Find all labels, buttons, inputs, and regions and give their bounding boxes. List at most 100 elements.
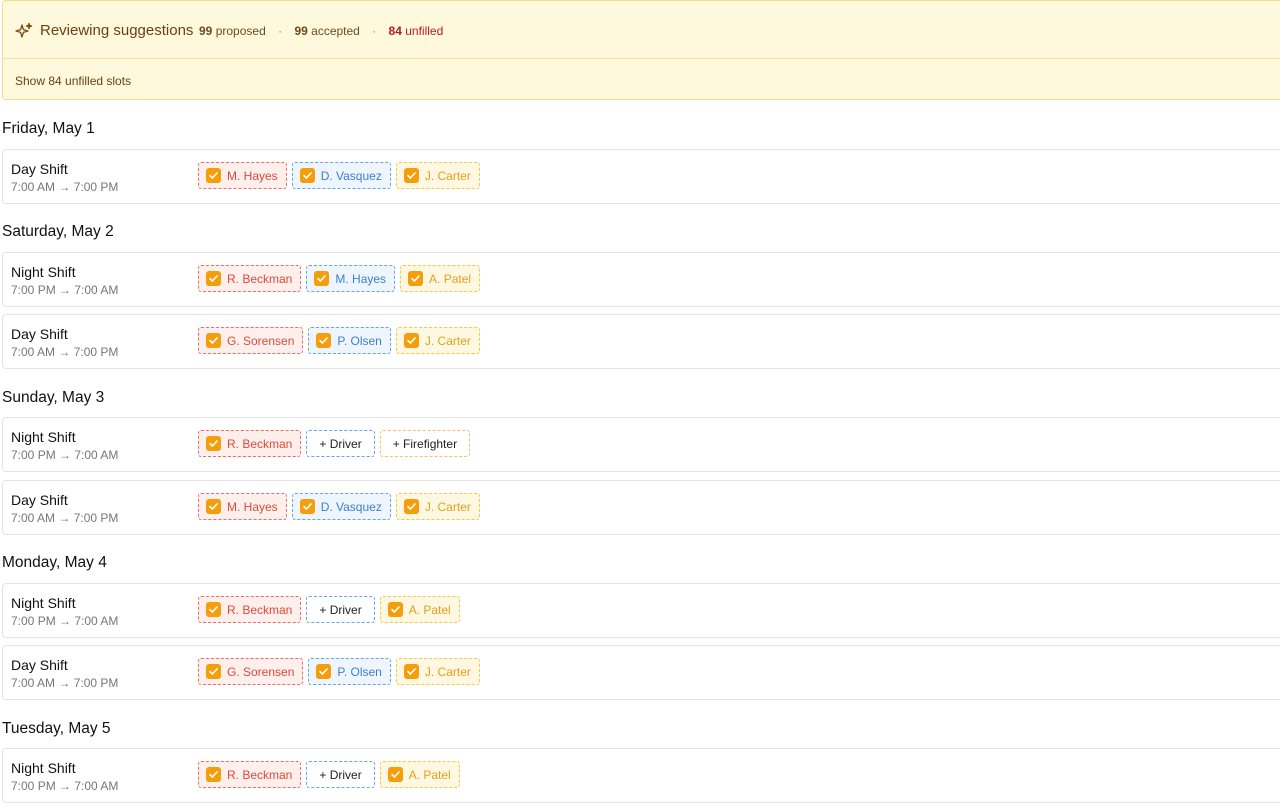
assignee-chip[interactable]: A. Patel bbox=[379, 596, 460, 623]
unfilled-count: 84 bbox=[388, 24, 402, 38]
chip-label: J. Carter bbox=[424, 333, 471, 348]
chip-label: P. Olsen bbox=[337, 333, 382, 348]
shift-card: Day Shift 7:00 AM → 7:00 PM G. Sorensen P. … bbox=[2, 645, 1280, 700]
checkbox-checked-icon[interactable] bbox=[403, 664, 419, 679]
assignment-chips: R. Beckman M. Hayes A. Patel bbox=[198, 265, 481, 292]
assignee-chip[interactable]: D. Vasquez bbox=[291, 162, 391, 189]
checkbox-checked-icon[interactable] bbox=[403, 333, 419, 348]
sparkles-icon bbox=[15, 22, 33, 40]
add-role-button[interactable]: + Driver bbox=[306, 430, 375, 457]
shift-time: 7:00 AM → 7:00 PM bbox=[11, 180, 119, 194]
day-heading: Saturday, May 2 bbox=[2, 223, 114, 240]
checkbox-checked-icon[interactable] bbox=[206, 436, 221, 451]
chip-label: R. Beckman bbox=[227, 271, 293, 286]
assignee-chip[interactable]: M. Hayes bbox=[198, 493, 287, 520]
chip-label: + Driver bbox=[319, 436, 362, 451]
chip-label: J. Carter bbox=[424, 168, 471, 183]
checkbox-checked-icon[interactable] bbox=[316, 333, 332, 348]
assignee-chip[interactable]: J. Carter bbox=[395, 658, 480, 685]
chip-label: R. Beckman bbox=[227, 436, 293, 451]
separator: · bbox=[278, 24, 283, 38]
chip-label: P. Olsen bbox=[337, 664, 382, 679]
assignee-chip[interactable]: P. Olsen bbox=[308, 658, 391, 685]
separator: · bbox=[372, 24, 377, 38]
chip-label: A. Patel bbox=[408, 602, 451, 617]
show-unfilled-slots-link[interactable]: Show 84 unfilled slots bbox=[15, 74, 131, 88]
assignment-chips: R. Beckman + Driver + Firefighter bbox=[198, 430, 471, 457]
checkbox-checked-icon[interactable] bbox=[316, 664, 332, 679]
accepted-label: accepted bbox=[311, 24, 360, 38]
suggestion-stats: 99 proposed · 99 accepted · 84 unfilled bbox=[199, 24, 443, 38]
checkbox-checked-icon[interactable] bbox=[206, 271, 221, 286]
chip-label: R. Beckman bbox=[227, 602, 293, 617]
day-heading: Friday, May 1 bbox=[2, 120, 95, 137]
shift-card: Day Shift 7:00 AM → 7:00 PM M. Hayes D. Vas… bbox=[2, 480, 1280, 535]
checkbox-checked-icon[interactable] bbox=[206, 767, 221, 782]
checkbox-checked-icon[interactable] bbox=[408, 271, 424, 286]
assignee-chip[interactable]: J. Carter bbox=[395, 162, 480, 189]
banner-header: Reviewing suggestions 99 proposed · 99 a… bbox=[3, 1, 1280, 59]
assignment-chips: M. Hayes D. Vasquez J. Carter bbox=[198, 162, 480, 189]
add-role-button[interactable]: + Driver bbox=[306, 761, 375, 788]
checkbox-checked-icon[interactable] bbox=[299, 168, 315, 183]
assignee-chip[interactable]: A. Patel bbox=[400, 265, 481, 292]
unfilled-label: unfilled bbox=[405, 24, 444, 38]
shift-card: Day Shift 7:00 AM → 7:00 PM G. Sorensen P. … bbox=[2, 314, 1280, 369]
chip-label: D. Vasquez bbox=[320, 168, 382, 183]
shift-name: Night Shift bbox=[11, 595, 76, 611]
chip-label: D. Vasquez bbox=[320, 499, 382, 514]
banner-title: Reviewing suggestions bbox=[40, 22, 194, 39]
assignee-chip[interactable]: R. Beckman bbox=[198, 596, 302, 623]
shift-card: Night Shift 7:00 PM → 7:00 AM R. Beckman + … bbox=[2, 583, 1280, 638]
assignee-chip[interactable]: R. Beckman bbox=[198, 265, 302, 292]
shift-name: Day Shift bbox=[11, 161, 68, 177]
shift-name: Night Shift bbox=[11, 760, 76, 776]
chip-label: M. Hayes bbox=[227, 168, 278, 183]
chip-label: A. Patel bbox=[408, 767, 451, 782]
shift-name: Night Shift bbox=[11, 429, 76, 445]
shift-card: Night Shift 7:00 PM → 7:00 AM R. Beckman + … bbox=[2, 748, 1280, 803]
checkbox-checked-icon[interactable] bbox=[387, 767, 403, 782]
proposed-count: 99 bbox=[199, 24, 213, 38]
assignee-chip[interactable]: P. Olsen bbox=[308, 327, 391, 354]
chip-label: R. Beckman bbox=[227, 767, 293, 782]
assignee-chip[interactable]: M. Hayes bbox=[198, 162, 287, 189]
checkbox-checked-icon[interactable] bbox=[206, 168, 221, 183]
assignee-chip[interactable]: D. Vasquez bbox=[291, 493, 391, 520]
assignee-chip[interactable]: R. Beckman bbox=[198, 761, 302, 788]
checkbox-checked-icon[interactable] bbox=[314, 271, 330, 286]
assignment-chips: R. Beckman + Driver A. Patel bbox=[198, 761, 460, 788]
shift-time: 7:00 PM → 7:00 AM bbox=[11, 448, 119, 462]
checkbox-checked-icon[interactable] bbox=[206, 499, 221, 514]
chip-label: + Firefighter bbox=[392, 436, 458, 451]
assignee-chip[interactable]: R. Beckman bbox=[198, 430, 302, 457]
shift-card: Night Shift 7:00 PM → 7:00 AM R. Beckman M.… bbox=[2, 252, 1280, 307]
shift-name: Day Shift bbox=[11, 326, 68, 342]
checkbox-checked-icon[interactable] bbox=[206, 664, 221, 679]
assignee-chip[interactable]: G. Sorensen bbox=[198, 327, 304, 354]
day-heading: Tuesday, May 5 bbox=[2, 720, 111, 737]
assignee-chip[interactable]: J. Carter bbox=[395, 493, 480, 520]
checkbox-checked-icon[interactable] bbox=[206, 333, 221, 348]
checkbox-checked-icon[interactable] bbox=[299, 499, 315, 514]
day-heading: Monday, May 4 bbox=[2, 554, 107, 571]
shift-time: 7:00 AM → 7:00 PM bbox=[11, 511, 119, 525]
assignee-chip[interactable]: J. Carter bbox=[395, 327, 480, 354]
assignee-chip[interactable]: M. Hayes bbox=[306, 265, 396, 292]
checkbox-checked-icon[interactable] bbox=[387, 602, 403, 617]
assignee-chip[interactable]: A. Patel bbox=[379, 761, 460, 788]
assignment-chips: G. Sorensen P. Olsen J. Carter bbox=[198, 658, 480, 685]
shift-name: Night Shift bbox=[11, 264, 76, 280]
chip-label: + Driver bbox=[319, 602, 362, 617]
add-role-button[interactable]: + Driver bbox=[306, 596, 375, 623]
add-role-button[interactable]: + Firefighter bbox=[379, 430, 471, 457]
assignment-chips: M. Hayes D. Vasquez J. Carter bbox=[198, 493, 480, 520]
shift-time: 7:00 AM → 7:00 PM bbox=[11, 345, 119, 359]
assignee-chip[interactable]: G. Sorensen bbox=[198, 658, 304, 685]
assignment-chips: R. Beckman + Driver A. Patel bbox=[198, 596, 460, 623]
checkbox-checked-icon[interactable] bbox=[403, 168, 419, 183]
shift-time: 7:00 PM → 7:00 AM bbox=[11, 614, 119, 628]
shift-time: 7:00 PM → 7:00 AM bbox=[11, 779, 119, 793]
checkbox-checked-icon[interactable] bbox=[206, 602, 221, 617]
checkbox-checked-icon[interactable] bbox=[403, 499, 419, 514]
